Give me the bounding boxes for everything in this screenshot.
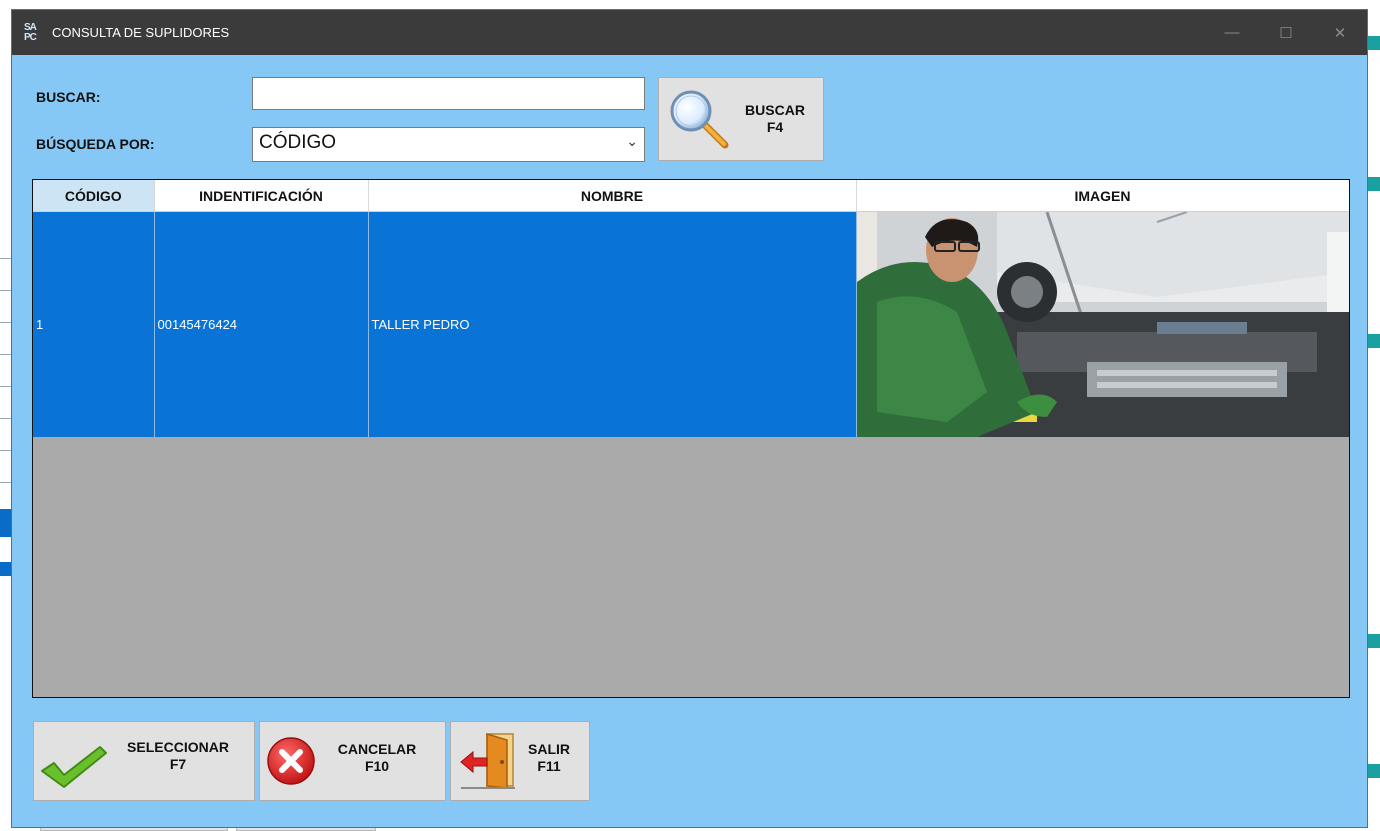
background-accent (1366, 36, 1380, 50)
cell-imagen[interactable] (856, 211, 1349, 437)
select-button[interactable]: SELECCIONAR F7 (33, 721, 255, 801)
cell-identificacion[interactable]: 00145476424 (154, 211, 369, 437)
background-grid-line (0, 482, 12, 483)
background-selected-row (0, 562, 12, 576)
search-by-select[interactable]: CÓDIGO ⌄ (252, 127, 645, 162)
app-logo-icon: SA PC (24, 21, 37, 43)
select-button-label: SELECCIONAR (127, 739, 229, 755)
exit-button-shortcut: F11 (537, 758, 561, 774)
column-header-nombre[interactable]: NOMBRE (368, 180, 857, 212)
cancel-button-shortcut: F10 (364, 758, 390, 774)
table-row[interactable]: 1 00145476424 TALLER PEDRO (33, 211, 1349, 437)
search-button-shortcut: F4 (766, 119, 784, 135)
checkmark-icon (41, 746, 107, 788)
exit-button[interactable]: SALIR F11 (450, 721, 590, 801)
search-input[interactable] (252, 77, 645, 110)
background-grid-line (0, 290, 12, 291)
magnifier-icon (670, 90, 729, 149)
cancel-button-label: CANCELAR (337, 741, 417, 757)
column-header-codigo[interactable]: CÓDIGO (33, 180, 155, 212)
chevron-down-icon: ⌄ (626, 133, 638, 149)
maximize-button[interactable]: ☐ (1259, 10, 1313, 55)
search-by-selected-value: CÓDIGO (259, 132, 337, 153)
suppliers-table: CÓDIGO INDENTIFICACIÓN NOMBRE IMAGEN 1 0… (33, 180, 1349, 437)
search-button-label: BUSCAR (745, 102, 805, 118)
background-grid-line (0, 450, 12, 451)
close-icon: ✕ (1333, 24, 1347, 42)
mechanic-photo (856, 212, 1349, 437)
title-bar[interactable]: SA PC CONSULTA DE SUPLIDORES — ☐ ✕ (12, 10, 1367, 55)
background-grid-line (0, 386, 12, 387)
maximize-icon: ☐ (1279, 24, 1293, 42)
background-selected-row (0, 509, 12, 537)
window-controls: — ☐ ✕ (1205, 10, 1367, 55)
cell-nombre[interactable]: TALLER PEDRO (368, 211, 857, 437)
background-grid-line (0, 418, 12, 419)
background-accent (1366, 334, 1380, 348)
background-grid-line (0, 322, 12, 323)
window-title: CONSULTA DE SUPLIDORES (52, 25, 230, 40)
exit-button-label: SALIR (528, 741, 570, 757)
supplier-search-dialog: SA PC CONSULTA DE SUPLIDORES — ☐ ✕ BUSCA… (12, 10, 1367, 827)
search-button[interactable]: BUSCAR F4 (658, 77, 824, 161)
cancel-x-icon (267, 737, 315, 785)
cell-codigo[interactable]: 1 (33, 211, 155, 437)
select-button-shortcut: F7 (169, 756, 187, 772)
search-by-label: BÚSQUEDA POR: (36, 136, 155, 152)
suppliers-grid[interactable]: CÓDIGO INDENTIFICACIÓN NOMBRE IMAGEN 1 0… (32, 179, 1350, 698)
background-accent (1366, 634, 1380, 648)
minimize-icon: — (1224, 24, 1240, 41)
search-label: BUSCAR: (36, 89, 101, 105)
close-button[interactable]: ✕ (1313, 10, 1367, 55)
minimize-button[interactable]: — (1205, 10, 1259, 55)
background-grid-line (0, 354, 12, 355)
cancel-button[interactable]: CANCELAR F10 (259, 721, 446, 801)
background-accent (1366, 764, 1380, 778)
background-grid-line (0, 258, 12, 259)
exit-door-icon (460, 732, 515, 789)
column-header-imagen[interactable]: IMAGEN (856, 180, 1349, 212)
column-header-identificacion[interactable]: INDENTIFICACIÓN (154, 180, 369, 212)
table-header-row: CÓDIGO INDENTIFICACIÓN NOMBRE IMAGEN (33, 180, 1349, 212)
background-accent (1366, 177, 1380, 191)
